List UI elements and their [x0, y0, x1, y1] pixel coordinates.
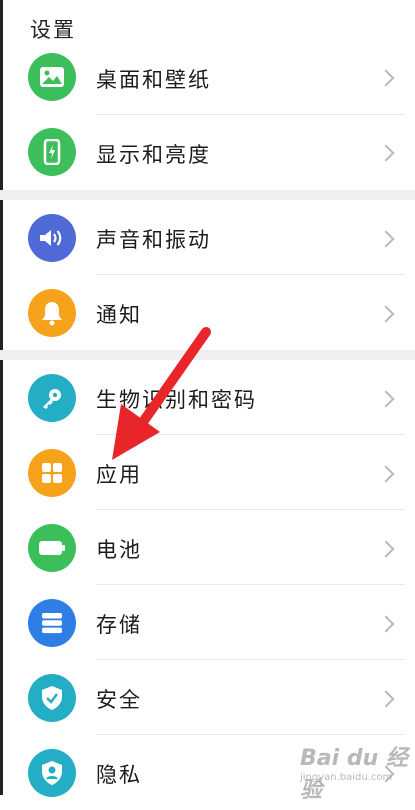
speaker-icon	[28, 214, 76, 262]
settings-item-label: 隐私	[96, 763, 142, 787]
settings-item-label: 存储	[96, 613, 142, 637]
privacy-icon	[28, 749, 76, 797]
settings-item-label: 通知	[96, 303, 142, 327]
phone-display-icon	[28, 128, 76, 176]
settings-group-sound: 声音和振动 通知	[0, 200, 415, 350]
chevron-right-icon	[377, 69, 395, 87]
watermark: Bai du 经验 jingyan.baidu.com	[292, 738, 412, 803]
settings-item-label: 电池	[96, 538, 142, 562]
group-separator	[0, 190, 415, 200]
battery-icon	[28, 524, 76, 572]
settings-item-label: 安全	[96, 688, 142, 712]
settings-item-label: 应用	[96, 463, 142, 487]
settings-item-label: 生物识别和密码	[96, 388, 257, 412]
settings-item-wallpaper[interactable]: 桌面和壁纸	[0, 40, 415, 115]
chevron-right-icon	[377, 144, 395, 162]
key-icon	[28, 374, 76, 422]
chevron-right-icon	[377, 305, 395, 323]
settings-item-sound[interactable]: 声音和振动	[0, 200, 415, 275]
settings-group-display: 桌面和壁纸 显示和亮度	[0, 40, 415, 190]
settings-item-notifications[interactable]: 通知	[0, 275, 415, 350]
chevron-right-icon	[377, 540, 395, 558]
settings-item-label: 桌面和壁纸	[96, 68, 211, 92]
chevron-right-icon	[377, 690, 395, 708]
settings-item-security[interactable]: 安全	[0, 660, 415, 735]
settings-item-battery[interactable]: 电池	[0, 510, 415, 585]
picture-icon	[28, 53, 76, 101]
chevron-right-icon	[377, 465, 395, 483]
watermark-url: jingyan.baidu.com	[300, 772, 393, 783]
settings-item-apps[interactable]: 应用	[0, 435, 415, 510]
group-separator	[0, 350, 415, 360]
bell-icon	[28, 289, 76, 337]
chevron-right-icon	[377, 615, 395, 633]
settings-item-biometrics[interactable]: 生物识别和密码	[0, 360, 415, 435]
settings-item-display[interactable]: 显示和亮度	[0, 115, 415, 190]
settings-item-label: 声音和振动	[96, 228, 211, 252]
storage-icon	[28, 599, 76, 647]
settings-item-storage[interactable]: 存储	[0, 585, 415, 660]
chevron-right-icon	[377, 230, 395, 248]
settings-item-label: 显示和亮度	[96, 143, 211, 167]
apps-grid-icon	[28, 449, 76, 497]
shield-check-icon	[28, 674, 76, 722]
chevron-right-icon	[377, 390, 395, 408]
